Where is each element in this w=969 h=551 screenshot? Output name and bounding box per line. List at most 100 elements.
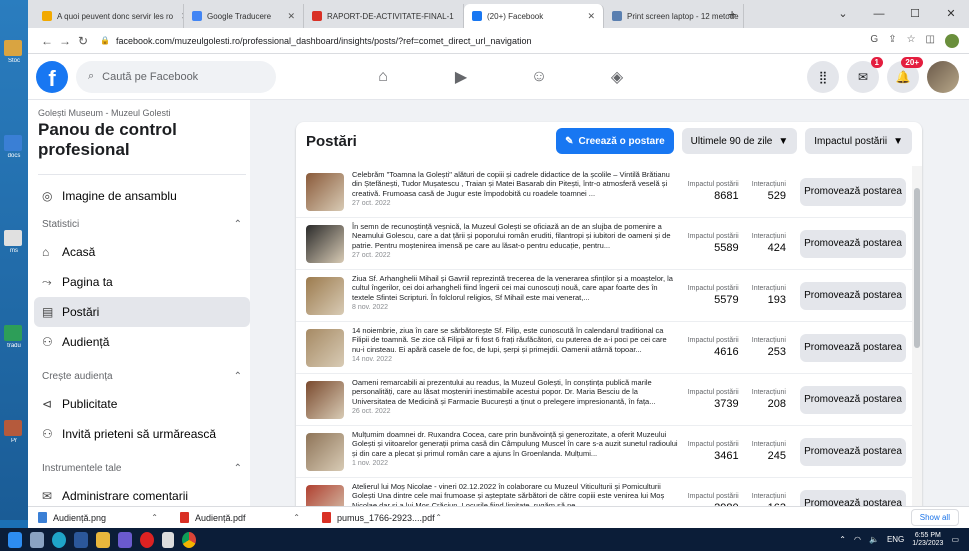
sidebar-item-your-page[interactable]: ⤳ Pagina ta (34, 267, 250, 297)
post-thumbnail[interactable] (306, 432, 344, 471)
tab-close-icon[interactable]: ✕ (579, 11, 595, 22)
table-row[interactable]: În semn de recunoștință veșnică, la Muze… (296, 218, 912, 270)
tray-chevron-icon[interactable]: ⌃ (839, 535, 846, 544)
messenger-icon[interactable]: ✉ 1 (847, 57, 883, 93)
sidebar-item-posts[interactable]: ▤ Postări (34, 297, 250, 327)
table-row[interactable]: Oameni remarcabili ai prezentului au rea… (296, 374, 912, 426)
table-row[interactable]: Celebrăm "Toamna la Golești" alături de … (296, 166, 912, 218)
post-text[interactable]: 14 noiembrie, ziua în care se sărbătoreș… (352, 326, 679, 370)
task-view-icon[interactable] (30, 531, 44, 548)
tab-5[interactable]: Print screen laptop - 12 metode✕ (604, 4, 744, 28)
gaming-icon[interactable]: ◈ (602, 62, 632, 92)
scrollbar-thumb[interactable] (914, 188, 920, 348)
chevron-up-icon[interactable]: ⌃ (151, 513, 158, 522)
post-thumbnail[interactable] (306, 328, 344, 367)
sidebar-item-invite[interactable]: ⚇ Invită prieteni să urmărească (34, 419, 250, 449)
search-input[interactable]: ⌕ Caută pe Facebook (76, 60, 276, 93)
date-range-dropdown[interactable]: Ultimele 90 de zile ▼ (681, 128, 798, 154)
notifications-icon[interactable]: 🔔 20+ (887, 57, 923, 93)
clock[interactable]: 6:55 PM 1/23/2023 (912, 532, 943, 548)
sidebar-item-home[interactable]: ⌂ Acasă (34, 237, 250, 267)
menu-grid-icon[interactable]: ⣿ (807, 61, 839, 93)
post-thumbnail[interactable] (306, 224, 344, 263)
facebook-logo[interactable]: f (36, 60, 68, 93)
tab-2[interactable]: Google Traducere ✕ (184, 4, 304, 28)
desktop-shortcut-icon[interactable] (4, 40, 22, 56)
tab-close-icon[interactable]: ✕ (279, 11, 295, 22)
post-text[interactable]: Mulțumim doamnei dr. Ruxandra Cocea, car… (352, 430, 679, 474)
minimize-button[interactable]: — (861, 0, 897, 28)
close-button[interactable]: ✕ (933, 0, 969, 28)
chevron-down-icon[interactable]: ⌄ (825, 0, 861, 28)
star-icon[interactable]: ☆ (907, 34, 916, 48)
explorer-icon[interactable] (96, 531, 110, 548)
promote-post-button[interactable]: Promovează postarea (800, 229, 906, 258)
promote-post-button[interactable]: Promovează postarea (800, 281, 906, 310)
scrollbar[interactable] (912, 166, 922, 520)
chrome-icon[interactable] (182, 531, 196, 548)
app-icon[interactable] (118, 531, 132, 548)
language-indicator[interactable]: ENG (887, 535, 904, 544)
post-text[interactable]: În semn de recunoștință veșnică, la Muze… (352, 222, 679, 266)
document-icon[interactable] (162, 531, 174, 548)
sidepanel-icon[interactable]: ◫ (926, 34, 935, 48)
download-item[interactable]: pumus_1766-2923....pdf ⌃ (312, 512, 454, 523)
promote-post-button[interactable]: Promovează postarea (800, 177, 906, 206)
tab-4[interactable]: (20+) Facebook ✕ (464, 4, 604, 28)
profile-icon[interactable] (945, 33, 959, 48)
groups-icon[interactable]: ☺ (524, 62, 554, 92)
chevron-up-icon[interactable]: ⌃ (435, 513, 442, 522)
opera-icon[interactable] (140, 531, 154, 548)
tab-close-icon[interactable]: ✕ (454, 11, 463, 22)
table-row[interactable]: 14 noiembrie, ziua în care se sărbătoreș… (296, 322, 912, 374)
post-text[interactable]: Ziua Sf. Arhanghelii Mihail și Gavriil r… (352, 274, 679, 318)
sidebar-item-audience[interactable]: ⚇ Audiență (34, 327, 250, 357)
notifications-center-icon[interactable]: ▭ (951, 535, 959, 544)
maximize-button[interactable]: ☐ (897, 0, 933, 28)
back-icon[interactable]: ← (38, 34, 56, 48)
promote-post-button[interactable]: Promovează postarea (800, 385, 906, 414)
promote-post-button[interactable]: Promovează postarea (800, 437, 906, 466)
download-item[interactable]: Audiență.pdf ⌃ (170, 512, 312, 523)
sidebar-section-header[interactable]: Statistici ⌃ (34, 211, 250, 237)
word-icon[interactable] (74, 531, 88, 548)
share-icon[interactable]: ⇪ (888, 34, 896, 48)
table-row[interactable]: Ziua Sf. Arhanghelii Mihail și Gavriil r… (296, 270, 912, 322)
google-icon[interactable]: G (870, 34, 878, 48)
windows-start-icon[interactable] (8, 531, 22, 548)
tab-3[interactable]: RAPORT-DE-ACTIVITATE-FINAL-1✕ (304, 4, 464, 28)
url-field[interactable]: 🔒 facebook.com/muzeulgolesti.ro/professi… (100, 36, 870, 46)
volume-icon[interactable]: 🔈 (869, 535, 879, 544)
tab-close-icon[interactable]: ✕ (739, 11, 743, 22)
promote-post-button[interactable]: Promovează postarea (800, 333, 906, 362)
desktop-shortcut-icon[interactable] (4, 325, 22, 341)
desktop-shortcut-icon[interactable] (4, 230, 22, 246)
sort-dropdown[interactable]: Impactul postării ▼ (805, 128, 912, 154)
edge-icon[interactable] (52, 531, 66, 548)
watch-icon[interactable]: ▶ (446, 62, 476, 92)
post-thumbnail[interactable] (306, 276, 344, 315)
post-thumbnail[interactable] (306, 172, 344, 211)
desktop-shortcut-icon[interactable] (4, 420, 22, 436)
sidebar-item-overview[interactable]: ◎ Imagine de ansamblu (34, 181, 250, 211)
table-row[interactable]: Mulțumim doamnei dr. Ruxandra Cocea, car… (296, 426, 912, 478)
download-item[interactable]: Audiență.png ⌃ (28, 512, 170, 523)
forward-icon[interactable]: → (56, 34, 74, 48)
chevron-up-icon[interactable]: ⌃ (293, 513, 300, 522)
new-tab-button[interactable]: + (728, 6, 736, 22)
home-icon[interactable]: ⌂ (368, 62, 398, 92)
post-text[interactable]: Oameni remarcabili ai prezentului au rea… (352, 378, 679, 422)
tab-close-icon[interactable]: ✕ (173, 11, 183, 22)
tab-1[interactable]: A quoi peuvent donc servir les ro✕ (34, 4, 184, 28)
desktop-shortcut-icon[interactable] (4, 135, 22, 151)
sidebar-item-ads[interactable]: ⊲ Publicitate (34, 389, 250, 419)
post-thumbnail[interactable] (306, 380, 344, 419)
show-all-button[interactable]: Show all (910, 509, 959, 526)
post-text[interactable]: Celebrăm "Toamna la Golești" alături de … (352, 170, 679, 214)
avatar[interactable] (927, 61, 959, 93)
sidebar-section-header[interactable]: Instrumentele tale ⌃ (34, 455, 250, 481)
create-post-button[interactable]: ✎ Creează o postare (556, 128, 674, 154)
reload-icon[interactable]: ↻ (74, 34, 92, 48)
sidebar-section-header[interactable]: Crește audiența ⌃ (34, 363, 250, 389)
network-icon[interactable]: ◠ (854, 535, 861, 544)
